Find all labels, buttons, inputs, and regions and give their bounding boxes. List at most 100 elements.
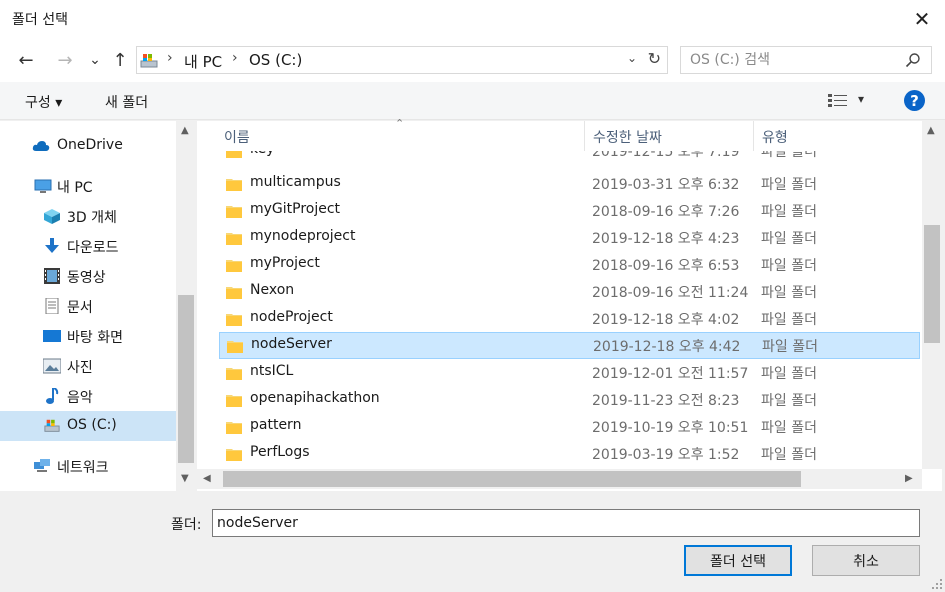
file-date: 2019-10-19 오후 10:51 [592,420,749,436]
download-icon [45,238,59,253]
folder-icon [226,151,242,158]
file-list-pane: ⌃ 이름 수정한 날짜 유형 key 2019-12-15 오후 7:19 파일… [197,117,942,491]
file-type: 파일 폴더 [761,393,817,409]
list-item[interactable]: PerfLogs 2019-03-19 오후 1:52 파일 폴더 [219,441,920,468]
search-box[interactable] [680,46,932,74]
column-type-header[interactable]: 유형 [762,127,788,147]
breadcrumb-os-c[interactable]: OS (C:) [249,51,302,69]
file-date: 2019-03-31 오후 6:32 [592,177,740,193]
sidebar-item-3d-objects[interactable]: 3D 개체 [0,201,176,231]
list-item[interactable]: myGitProject 2018-09-16 오후 7:26 파일 폴더 [219,198,920,225]
file-name: ntsICL [250,363,294,379]
music-icon [46,388,59,404]
list-item[interactable]: ntsICL 2019-12-01 오전 11:57 파일 폴더 [219,360,920,387]
file-name: openapihackathon [250,390,380,406]
view-options-icon[interactable] [828,94,848,108]
scroll-up-icon[interactable]: ▲ [927,125,935,136]
address-dropdown-icon[interactable]: ⌄ [627,51,637,65]
sidebar-item-desktop[interactable]: 바탕 화면 [0,321,176,351]
file-list-vertical-scrollbar[interactable]: ▲ [922,121,942,469]
cloud-icon [32,141,50,151]
address-bar[interactable]: › 내 PC › OS (C:) ⌄ ↻ [136,46,668,74]
network-icon [34,459,50,472]
file-name: key [250,151,275,157]
navigation-bar: ← → ⌄ ↑ › 내 PC › OS (C:) ⌄ ↻ [0,38,945,82]
resize-grip-icon[interactable] [931,578,943,590]
forward-button[interactable]: → [53,48,77,72]
folder-field-label: 폴더: [171,517,202,533]
scroll-right-icon[interactable]: ▶ [905,473,913,484]
list-item[interactable]: openapihackathon 2019-11-23 오전 8:23 파일 폴… [219,387,920,414]
list-item[interactable]: key 2019-12-15 오후 7:19 파일 폴더 [219,151,920,165]
view-dropdown-icon[interactable]: ▾ [858,92,864,106]
scroll-down-icon[interactable]: ▼ [181,473,189,484]
command-toolbar: 구성 ▾ 새 폴더 ▾ ? [0,82,945,120]
folder-picker-dialog: 폴더 선택 ✕ ← → ⌄ ↑ › 내 PC › OS (C:) ⌄ ↻ OS … [0,0,945,592]
file-type: 파일 폴더 [761,204,817,220]
new-folder-button[interactable]: 새 폴더 [105,92,148,112]
file-list-horizontal-scrollbar[interactable]: ◀ ▶ [197,469,922,489]
list-item[interactable]: pattern 2019-10-19 오후 10:51 파일 폴더 [219,414,920,441]
sidebar-item-network[interactable]: 네트워크 [0,451,176,481]
vertical-scroll-thumb[interactable] [924,225,940,343]
sidebar-item-label: 3D 개체 [67,210,117,226]
file-date: 2019-12-18 오후 4:23 [592,231,740,247]
sidebar-scroll-thumb[interactable] [178,295,194,463]
file-name: nodeServer [251,336,332,352]
search-icon[interactable] [905,52,921,68]
sidebar-item-os-c[interactable]: OS (C:) [0,411,176,441]
list-item[interactable]: nodeProject 2019-12-18 오후 4:02 파일 폴더 [219,306,920,333]
breadcrumb-separator: › [167,50,173,66]
sidebar-item-onedrive[interactable]: OneDrive [0,131,176,161]
file-type: 파일 폴더 [761,285,817,301]
list-item[interactable]: Nexon 2018-09-16 오전 11:24 파일 폴더 [219,279,920,306]
help-icon[interactable]: ? [904,90,925,111]
file-date: 2019-03-19 오후 1:52 [592,447,740,463]
up-button[interactable]: ↑ [108,48,132,72]
sidebar-item-pictures[interactable]: 사진 [0,351,176,381]
folder-name-input[interactable] [212,509,920,537]
file-type: 파일 폴더 [761,258,817,274]
sidebar-scrollbar[interactable]: ▲ ▼ [176,121,196,491]
file-type: 파일 폴더 [761,420,817,436]
file-name: Nexon [250,282,295,298]
sidebar-item-label: 바탕 화면 [67,330,123,346]
column-name-header[interactable]: 이름 [224,127,250,147]
sidebar-item-label: 사진 [67,360,93,376]
cube-icon [44,209,60,224]
select-folder-button[interactable]: 폴더 선택 [684,545,792,576]
search-input[interactable] [681,47,901,73]
organize-menu-button[interactable]: 구성 ▾ [25,92,62,112]
scroll-up-icon[interactable]: ▲ [181,125,189,136]
scroll-left-icon[interactable]: ◀ [203,473,211,484]
column-date-header[interactable]: 수정한 날짜 [593,127,662,147]
back-button[interactable]: ← [14,48,38,72]
file-type: 파일 폴더 [761,447,817,463]
sidebar-item-documents[interactable]: 문서 [0,291,176,321]
refresh-icon[interactable]: ↻ [648,49,661,68]
drive-icon [44,419,60,432]
sidebar-item-downloads[interactable]: 다운로드 [0,231,176,261]
drive-icon [140,54,158,68]
list-item-selected[interactable]: nodeServer 2019-12-18 오후 4:42 파일 폴더 [219,332,920,359]
column-header: ⌃ 이름 수정한 날짜 유형 [197,117,922,151]
horizontal-scroll-thumb[interactable] [223,471,801,487]
computer-icon [34,179,52,193]
recent-locations-button[interactable]: ⌄ [83,48,107,72]
breadcrumb-this-pc[interactable]: 내 PC [184,51,222,72]
sidebar-item-this-pc[interactable]: 내 PC [0,171,176,201]
sidebar-item-label: OneDrive [57,137,123,153]
column-divider[interactable] [753,121,754,151]
file-name: myGitProject [250,201,341,217]
sidebar-item-videos[interactable]: 동영상 [0,261,176,291]
list-item[interactable]: mynodeproject 2019-12-18 오후 4:23 파일 폴더 [219,225,920,252]
sidebar-item-label: 내 PC [57,180,93,196]
list-item[interactable]: myProject 2018-09-16 오후 6:53 파일 폴더 [219,252,920,279]
cancel-button[interactable]: 취소 [812,545,920,576]
close-button[interactable]: ✕ [899,0,945,38]
file-list: key 2019-12-15 오후 7:19 파일 폴더 multicampus… [197,151,922,469]
list-item[interactable]: multicampus 2019-03-31 오후 6:32 파일 폴더 [219,171,920,198]
desktop-icon [43,330,61,342]
column-divider[interactable] [584,121,585,151]
sidebar-item-music[interactable]: 음악 [0,381,176,411]
